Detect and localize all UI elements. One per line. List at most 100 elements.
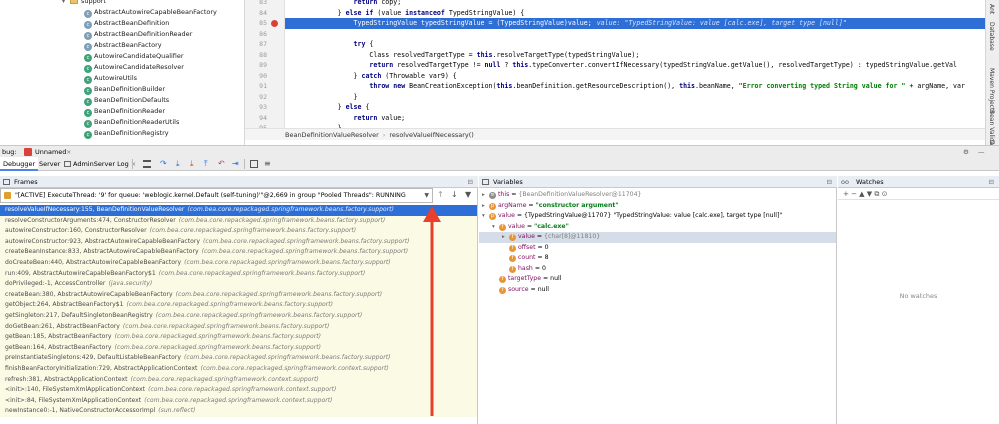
drop-frame-icon[interactable]: ↶ xyxy=(218,160,226,168)
stack-frame[interactable]: doCreateBean:440, AbstractAutowireCapabl… xyxy=(0,258,477,269)
tab-debugger[interactable]: Debugger xyxy=(0,157,39,171)
tree-item[interactable]: c AutowireCandidateResolver xyxy=(0,62,184,73)
class-icon: c xyxy=(84,43,92,51)
right-tab[interactable]: Database xyxy=(988,22,995,51)
code-line[interactable]: } else if (value instanceof TypedStringV… xyxy=(290,8,525,19)
tree-item[interactable]: c BeanDefinitionReaderUtils xyxy=(0,117,179,128)
code-line[interactable]: return value; xyxy=(290,113,406,124)
stack-frame[interactable]: getObject:264, AbstractBeanFactory$1 (com… xyxy=(0,300,477,311)
show-execution-point-icon[interactable] xyxy=(143,160,151,168)
watches-toolbar[interactable]: + − ▲ ▼ ⧉ ⊙ xyxy=(838,188,999,200)
code-line[interactable]: try { xyxy=(290,39,374,50)
stack-frame[interactable]: run:409, AbstractAutowireCapableBeanFact… xyxy=(0,268,477,280)
frame-package: (com.bea.core.repackaged.springframework… xyxy=(184,259,391,266)
stack-frame[interactable]: resolveConstructorArguments:474, Constru… xyxy=(0,215,477,227)
breadcrumb-method[interactable]: resolveValueIfNecessary() xyxy=(389,131,473,139)
evaluate-expression-icon[interactable] xyxy=(250,160,258,168)
right-tab[interactable]: Maven Projects xyxy=(988,68,995,113)
watches-icon: oo xyxy=(841,178,849,186)
stack-frame[interactable]: getBean:164, AbstractBeanFactory (com.bea… xyxy=(0,342,477,354)
chevron-right-icon[interactable]: ▸ xyxy=(482,190,489,201)
stack-frame[interactable]: resolveValueIfNecessary:155, BeanDefinit… xyxy=(0,205,477,216)
chevron-down-icon[interactable]: ▾ xyxy=(492,222,499,233)
stack-frame[interactable]: <init>:140, FileSystemXmlApplicationCont… xyxy=(0,385,477,396)
run-to-cursor-icon[interactable]: ⇥ xyxy=(232,160,240,168)
code-line[interactable]: return copy; xyxy=(290,0,402,8)
tree-folder[interactable]: ▾ support xyxy=(0,0,106,7)
hide-panel-icon[interactable]: ⊟ xyxy=(827,176,832,188)
stack-frame[interactable]: getBean:185, AbstractBeanFactory (com.bea… xyxy=(0,332,477,343)
variable-row[interactable]: ▸ ≡ this = {BeanDefinitionValueResolver@11… xyxy=(479,190,641,201)
tree-item[interactable]: c AbstractBeanDefinitionReader xyxy=(0,29,192,40)
tree-item-label: BeanDefinitionReaderUtils xyxy=(94,118,180,126)
step-into-icon[interactable]: ⤓ xyxy=(176,160,184,168)
code-line[interactable]: return resolvedTargetType != null ? this… xyxy=(290,60,957,71)
variable-value: 0 xyxy=(541,264,546,272)
right-tab[interactable]: Ant xyxy=(988,4,995,14)
chevron-right-icon[interactable]: ▸ xyxy=(482,201,489,212)
chevron-right-icon[interactable]: ▸ xyxy=(502,232,509,243)
breakpoint-icon[interactable] xyxy=(271,20,278,27)
code-line[interactable]: } else { xyxy=(290,102,370,113)
breadcrumb-class[interactable]: BeanDefinitionValueResolver xyxy=(285,131,379,139)
filter-icon[interactable]: ▼ xyxy=(465,190,471,199)
editor-gutter[interactable]: 8384858687888990919293949596979899100 xyxy=(245,0,285,136)
chevron-down-icon[interactable]: ▾ xyxy=(482,211,489,222)
stack-frame[interactable]: refresh:381, AbstractApplicationContext(… xyxy=(0,374,477,386)
code-line[interactable]: throw new BeanCreationException(this.bea… xyxy=(290,81,965,92)
variable-row[interactable]: f hash = 0 xyxy=(479,264,546,275)
hide-panel-icon[interactable]: ⊟ xyxy=(468,176,473,188)
variable-row[interactable]: ▸ f value = {char[8]@11810} xyxy=(479,232,836,243)
variable-row[interactable]: ▾ f value = "calc.exe" xyxy=(479,222,569,233)
frame-method: preInstantiateSingletons:429, DefaultLis… xyxy=(5,354,181,362)
tree-item[interactable]: c BeanDefinitionRegistry xyxy=(0,128,169,139)
stack-frame[interactable]: doPrivileged:-1, AccessController (java.s… xyxy=(0,279,477,290)
thread-dropdown[interactable]: "[ACTIVE] ExecuteThread: '9' for queue: … xyxy=(0,188,433,203)
tree-item[interactable]: c AbstractAutowireCapableBeanFactory xyxy=(0,7,217,18)
variable-row[interactable]: ▸ p argName = "constructor argument" xyxy=(479,201,619,212)
frame-method: getBean:164, AbstractBeanFactory xyxy=(5,343,112,351)
variable-row[interactable]: ▾ p value = {TypedStringValue@11707} "Type… xyxy=(479,211,782,222)
tree-item[interactable]: c BeanDefinitionBuilder xyxy=(0,84,165,95)
frame-method: <init>:140, FileSystemXmlApplicationCont… xyxy=(5,386,146,394)
step-over-icon[interactable]: ↷ xyxy=(160,160,168,168)
tree-item[interactable]: c BeanDefinitionReader xyxy=(0,106,165,117)
stack-frame[interactable]: finishBeanFactoryInitialization:729, Abs… xyxy=(0,364,477,375)
tree-item[interactable]: c BeanDefinitionDefaults xyxy=(0,95,169,106)
trace-icon[interactable]: ≡ xyxy=(264,160,272,168)
tree-item[interactable]: c AbstractBeanDefinition xyxy=(0,18,169,29)
stack-frame[interactable]: createBean:380, AbstractAutowireCapableB… xyxy=(0,289,477,301)
execution-line[interactable]: TypedStringValue typedStringValue = (Typ… xyxy=(285,18,985,29)
stack-frame[interactable]: autowireConstructor:923, AbstractAutowir… xyxy=(0,236,477,248)
variable-row[interactable]: f count = 8 xyxy=(479,253,549,264)
stack-frame[interactable]: createBeanInstance:833, AbstractAutowire… xyxy=(0,247,477,258)
tab-server[interactable]: Server xyxy=(36,157,63,171)
variable-row[interactable]: f targetType = null xyxy=(479,274,561,285)
stack-frame[interactable]: doGetBean:261, AbstractBeanFactory (com.b… xyxy=(0,321,477,333)
tree-item-label: AbstractBeanDefinition xyxy=(94,19,170,27)
stack-frame[interactable]: newInstance0:-1, NativeConstructorAccess… xyxy=(0,406,477,417)
code-line[interactable]: } catch (Throwable var9) { xyxy=(290,71,457,82)
frames-panel: "[ACTIVE] ExecuteThread: '9' for queue: … xyxy=(0,188,478,424)
stack-frame[interactable]: <init>:84, FileSystemXmlApplicationConte… xyxy=(0,395,477,407)
code-line[interactable]: } xyxy=(290,92,358,103)
stack-frame[interactable]: getSingleton:217, DefaultSingletonBeanRe… xyxy=(0,311,477,322)
variable-row[interactable]: f offset = 0 xyxy=(479,243,549,254)
tree-item[interactable]: c AbstractBeanFactory xyxy=(0,40,162,51)
tab-adminserver-log[interactable]: AdminServer Log × xyxy=(62,157,139,171)
force-step-into-icon[interactable]: ⤓ xyxy=(190,160,198,168)
code-line[interactable]: Class resolvedTargetType = this.resolveT… xyxy=(290,50,639,61)
frame-package: (com.bea.core.repackaged.springframework… xyxy=(155,312,363,319)
code-editor[interactable]: 8384858687888990919293949596979899100 re… xyxy=(245,0,985,136)
tree-item[interactable]: c AutowireCandidateQualifier xyxy=(0,51,184,62)
stack-frame[interactable]: autowireConstructor:160, ConstructorReso… xyxy=(0,226,477,237)
step-out-icon[interactable]: ⤒ xyxy=(204,160,212,168)
tree-item[interactable]: c AutowireUtils xyxy=(0,73,137,84)
hide-panel-icon[interactable]: ⊟ xyxy=(989,176,994,188)
chevron-down-icon[interactable]: ▾ xyxy=(62,0,70,7)
stack-frame[interactable]: preInstantiateSingletons:429, DefaultLis… xyxy=(0,353,477,364)
code-text: throw new BeanCreationException(this.bea… xyxy=(369,82,965,90)
next-frame-icon[interactable]: ↓ xyxy=(451,190,458,199)
previous-frame-icon[interactable]: ↑ xyxy=(437,190,444,199)
variable-row[interactable]: f source = null xyxy=(479,285,549,296)
